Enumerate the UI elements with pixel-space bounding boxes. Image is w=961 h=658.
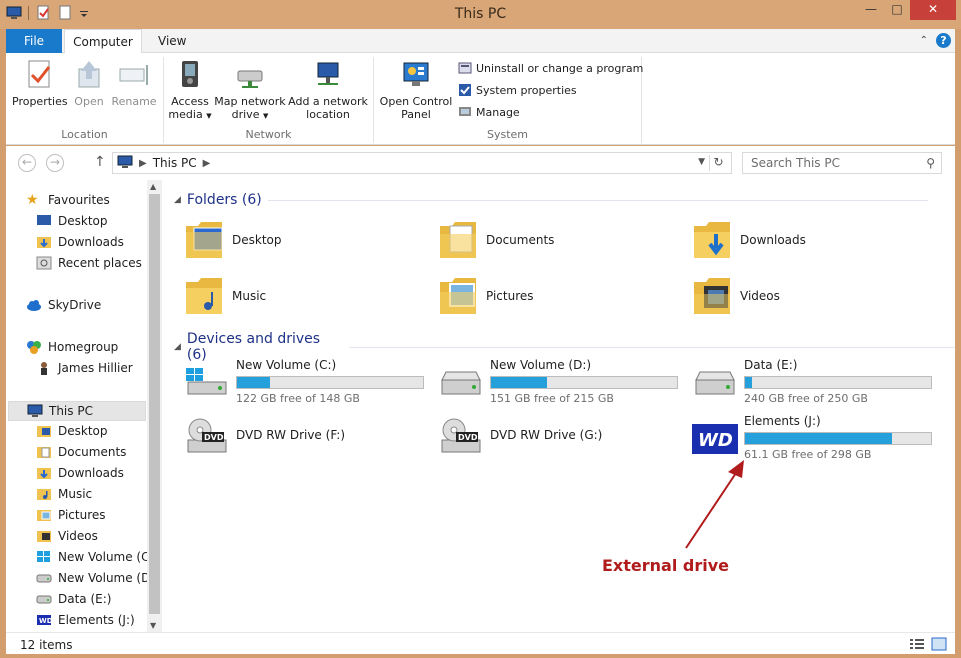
item-count: 12 items: [20, 638, 73, 652]
annotation-arrow: [685, 460, 744, 549]
explorer-window: This PC — □ ✕ File Computer View ⌃ ? Pro…: [0, 0, 961, 658]
details-view-icon[interactable]: [909, 637, 925, 651]
annotation-label: External drive: [602, 556, 729, 575]
large-icons-view-icon[interactable]: [931, 637, 947, 651]
status-bar: 12 items: [6, 632, 955, 654]
view-switcher: [909, 637, 947, 651]
